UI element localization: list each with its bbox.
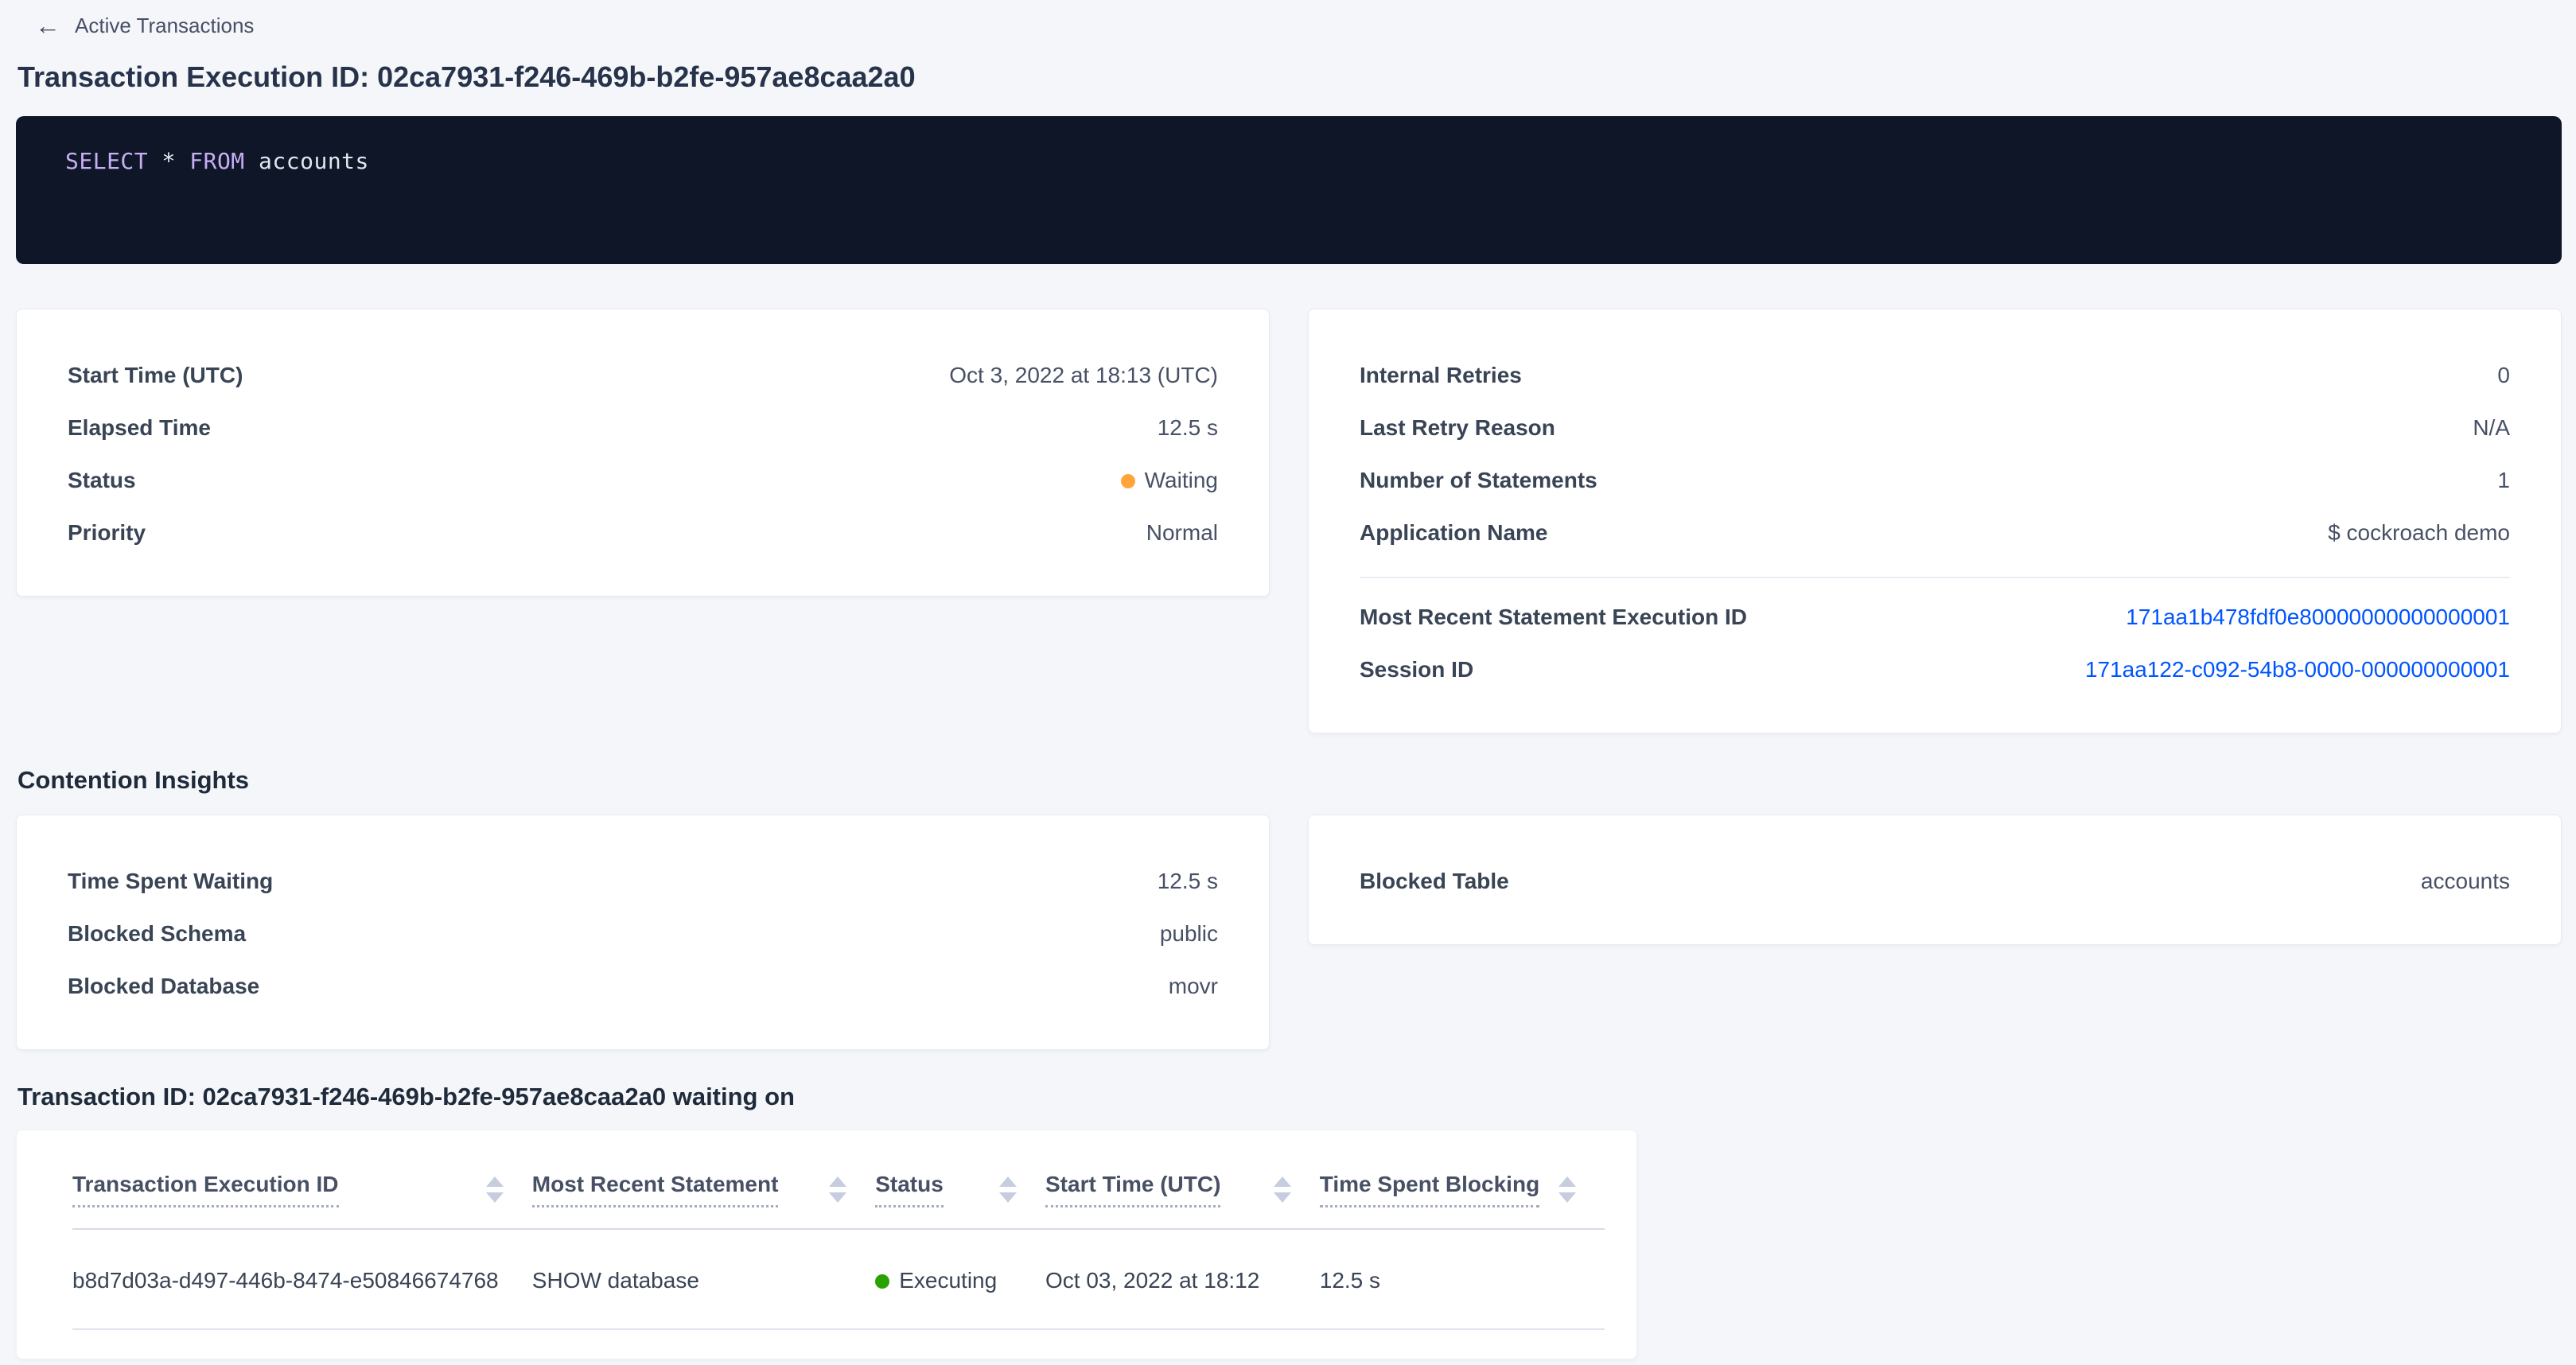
cell-time-spent-blocking: 12.5 s xyxy=(1320,1229,1605,1329)
sort-icon[interactable] xyxy=(486,1176,504,1203)
sql-table-name: accounts xyxy=(259,148,369,174)
page-title: Transaction Execution ID: 02ca7931-f246-… xyxy=(18,60,2562,94)
sort-icon[interactable] xyxy=(999,1176,1017,1203)
column-header-label: Status xyxy=(875,1172,944,1208)
contention-cards: Time Spent Waiting 12.5 s Blocked Schema… xyxy=(16,815,2562,1050)
row-label: Session ID xyxy=(1360,657,1473,682)
table-header-row: Transaction Execution ID Most Recent Sta… xyxy=(72,1130,1605,1229)
row-value: $ cockroach demo xyxy=(2328,520,2510,546)
row-label: Status xyxy=(68,468,136,493)
summary-row-statement-execution-id: Most Recent Statement Execution ID 171aa… xyxy=(1360,591,2510,644)
waiting-on-table: Transaction Execution ID Most Recent Sta… xyxy=(72,1130,1605,1330)
row-value: 1 xyxy=(2497,468,2510,493)
column-header-status[interactable]: Status xyxy=(875,1130,1045,1229)
sort-icon[interactable] xyxy=(829,1176,846,1203)
summary-row-start-time: Start Time (UTC) Oct 3, 2022 at 18:13 (U… xyxy=(68,349,1218,402)
contention-details-card: Time Spent Waiting 12.5 s Blocked Schema… xyxy=(16,815,1270,1050)
waiting-status-dot-icon xyxy=(1121,474,1135,488)
sql-statement-box: SELECT * FROM accounts xyxy=(16,116,2562,264)
executing-status-dot-icon xyxy=(875,1274,889,1289)
back-arrow-icon: ← xyxy=(35,13,60,38)
cell-start-time: Oct 03, 2022 at 18:12 xyxy=(1045,1229,1320,1329)
row-value: N/A xyxy=(2473,415,2510,441)
summary-row-internal-retries: Internal Retries 0 xyxy=(1360,349,2510,402)
session-id-link[interactable]: 171aa122-c092-54b8-0000-000000000001 xyxy=(2085,657,2510,682)
row-label: Elapsed Time xyxy=(68,415,211,441)
sql-keyword: FROM xyxy=(189,148,244,174)
row-value: 12.5 s xyxy=(1158,869,1218,894)
row-value: 0 xyxy=(2497,363,2510,388)
column-header-transaction-execution-id[interactable]: Transaction Execution ID xyxy=(72,1130,532,1229)
back-to-active-transactions-link[interactable]: ← Active Transactions xyxy=(35,10,254,41)
contention-row-blocked-schema: Blocked Schema public xyxy=(68,908,1218,960)
sort-icon[interactable] xyxy=(1274,1176,1291,1203)
row-value: Oct 3, 2022 at 18:13 (UTC) xyxy=(949,363,1218,388)
column-header-label: Start Time (UTC) xyxy=(1045,1172,1220,1208)
row-label: Blocked Schema xyxy=(68,921,246,947)
summary-row-status: Status Waiting xyxy=(68,454,1218,507)
table-row: b8d7d03a-d497-446b-8474-e50846674768 SHO… xyxy=(72,1229,1605,1329)
row-value: 12.5 s xyxy=(1158,415,1218,441)
status-badge: Waiting xyxy=(1121,468,1218,493)
cell-status: Executing xyxy=(875,1229,1045,1329)
transaction-summary-card: Start Time (UTC) Oct 3, 2022 at 18:13 (U… xyxy=(16,309,1270,597)
column-header-label: Transaction Execution ID xyxy=(72,1172,339,1208)
column-header-label: Time Spent Blocking xyxy=(1320,1172,1539,1208)
summary-row-application-name: Application Name $ cockroach demo xyxy=(1360,507,2510,559)
statement-execution-id-link[interactable]: 171aa1b478fdf0e80000000000000001 xyxy=(2126,605,2510,630)
row-label: Blocked Table xyxy=(1360,869,1509,894)
waiting-on-table-card: Transaction Execution ID Most Recent Sta… xyxy=(16,1130,1637,1359)
row-value: accounts xyxy=(2421,869,2510,894)
row-value: movr xyxy=(1169,974,1218,999)
summary-cards: Start Time (UTC) Oct 3, 2022 at 18:13 (U… xyxy=(16,309,2562,733)
contention-row-time-spent-waiting: Time Spent Waiting 12.5 s xyxy=(68,855,1218,908)
breadcrumb-label: Active Transactions xyxy=(75,14,254,38)
contention-insights-heading: Contention Insights xyxy=(18,765,2562,795)
sort-icon[interactable] xyxy=(1558,1176,1576,1203)
column-header-time-spent-blocking[interactable]: Time Spent Blocking xyxy=(1320,1130,1605,1229)
blocked-table-card: Blocked Table accounts xyxy=(1308,815,2562,945)
column-header-label: Most Recent Statement xyxy=(532,1172,779,1208)
summary-row-number-of-statements: Number of Statements 1 xyxy=(1360,454,2510,507)
summary-row-elapsed-time: Elapsed Time 12.5 s xyxy=(68,402,1218,454)
row-label: Number of Statements xyxy=(1360,468,1597,493)
contention-row-blocked-database: Blocked Database movr xyxy=(68,960,1218,1013)
summary-row-session-id: Session ID 171aa122-c092-54b8-0000-00000… xyxy=(1360,644,2510,696)
column-header-most-recent-statement[interactable]: Most Recent Statement xyxy=(532,1130,875,1229)
card-divider xyxy=(1360,577,2510,578)
waiting-on-heading: Transaction ID: 02ca7931-f246-469b-b2fe-… xyxy=(18,1082,2562,1112)
summary-row-priority: Priority Normal xyxy=(68,507,1218,559)
sql-asterisk: * xyxy=(162,148,176,174)
row-label: Most Recent Statement Execution ID xyxy=(1360,605,1747,630)
contention-row-blocked-table: Blocked Table accounts xyxy=(1360,855,2510,908)
row-label: Application Name xyxy=(1360,520,1547,546)
cell-transaction-execution-id: b8d7d03a-d497-446b-8474-e50846674768 xyxy=(72,1229,532,1329)
execution-details-card: Internal Retries 0 Last Retry Reason N/A… xyxy=(1308,309,2562,733)
row-label: Last Retry Reason xyxy=(1360,415,1555,441)
summary-row-last-retry-reason: Last Retry Reason N/A xyxy=(1360,402,2510,454)
row-label: Time Spent Waiting xyxy=(68,869,273,894)
row-label: Internal Retries xyxy=(1360,363,1522,388)
transaction-details-page: ← Active Transactions Transaction Execut… xyxy=(0,0,2576,1359)
row-label: Start Time (UTC) xyxy=(68,363,243,388)
row-value: public xyxy=(1160,921,1218,947)
sql-keyword: SELECT xyxy=(65,148,148,174)
row-label: Priority xyxy=(68,520,146,546)
cell-most-recent-statement: SHOW database xyxy=(532,1229,875,1329)
row-label: Blocked Database xyxy=(68,974,259,999)
column-header-start-time[interactable]: Start Time (UTC) xyxy=(1045,1130,1320,1229)
row-value: Normal xyxy=(1146,520,1218,546)
